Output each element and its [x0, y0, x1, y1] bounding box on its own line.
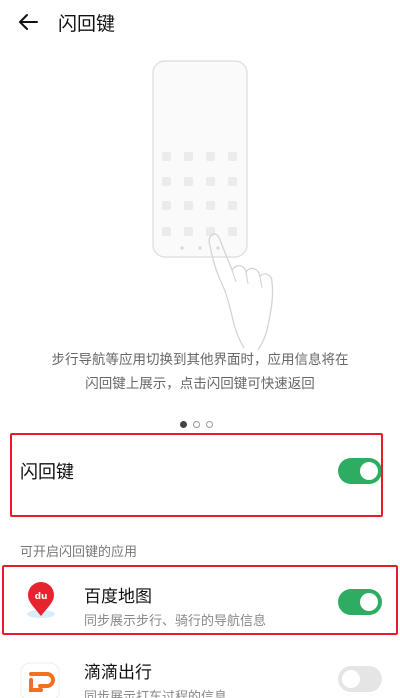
- flashback-key-row[interactable]: 闪回键: [0, 440, 400, 516]
- page-indicator: [180, 421, 213, 428]
- app-row-baidu-maps[interactable]: du 百度地图 同步展示步行、骑行的导航信息: [0, 568, 400, 634]
- back-button[interactable]: [14, 8, 42, 36]
- section-header: 可开启闪回键的应用: [20, 545, 138, 560]
- page-title: 闪回键: [58, 13, 116, 35]
- baidu-maps-icon: du: [27, 582, 55, 618]
- app-desc-didi: 同步展示打车过程的信息: [84, 690, 228, 698]
- arrow-left-icon: [19, 14, 38, 30]
- feature-description: 步行导航等应用切换到其他界面时，应用信息将在 闪回键上展示，点击闪回键可快速返回: [0, 348, 400, 396]
- flashback-key-label: 闪回键: [20, 462, 74, 483]
- page-dot-2: [193, 421, 200, 428]
- page-dot-3: [206, 421, 213, 428]
- didi-icon: [20, 662, 60, 698]
- header-bar: 闪回键: [0, 0, 400, 44]
- toggle-knob: [360, 593, 378, 611]
- app-desc-baidu-maps: 同步展示步行、骑行的导航信息: [84, 614, 267, 629]
- description-line-1: 步行导航等应用切换到其他界面时，应用信息将在: [51, 352, 349, 368]
- phone-swipe-gesture-illustration: [152, 60, 274, 350]
- description-line-2: 闪回键上展示，点击闪回键可快速返回: [85, 376, 315, 392]
- app-name-baidu-maps: 百度地图: [84, 587, 152, 607]
- flashback-key-toggle[interactable]: [338, 458, 382, 484]
- page-dot-1: [180, 421, 187, 428]
- baidu-maps-toggle[interactable]: [338, 589, 382, 615]
- toggle-knob: [360, 462, 378, 480]
- svg-text:du: du: [35, 592, 48, 602]
- app-row-didi[interactable]: 滴滴出行 同步展示打车过程的信息: [0, 648, 400, 698]
- toggle-knob: [342, 670, 360, 688]
- didi-toggle[interactable]: [338, 666, 382, 692]
- app-name-didi: 滴滴出行: [84, 663, 152, 683]
